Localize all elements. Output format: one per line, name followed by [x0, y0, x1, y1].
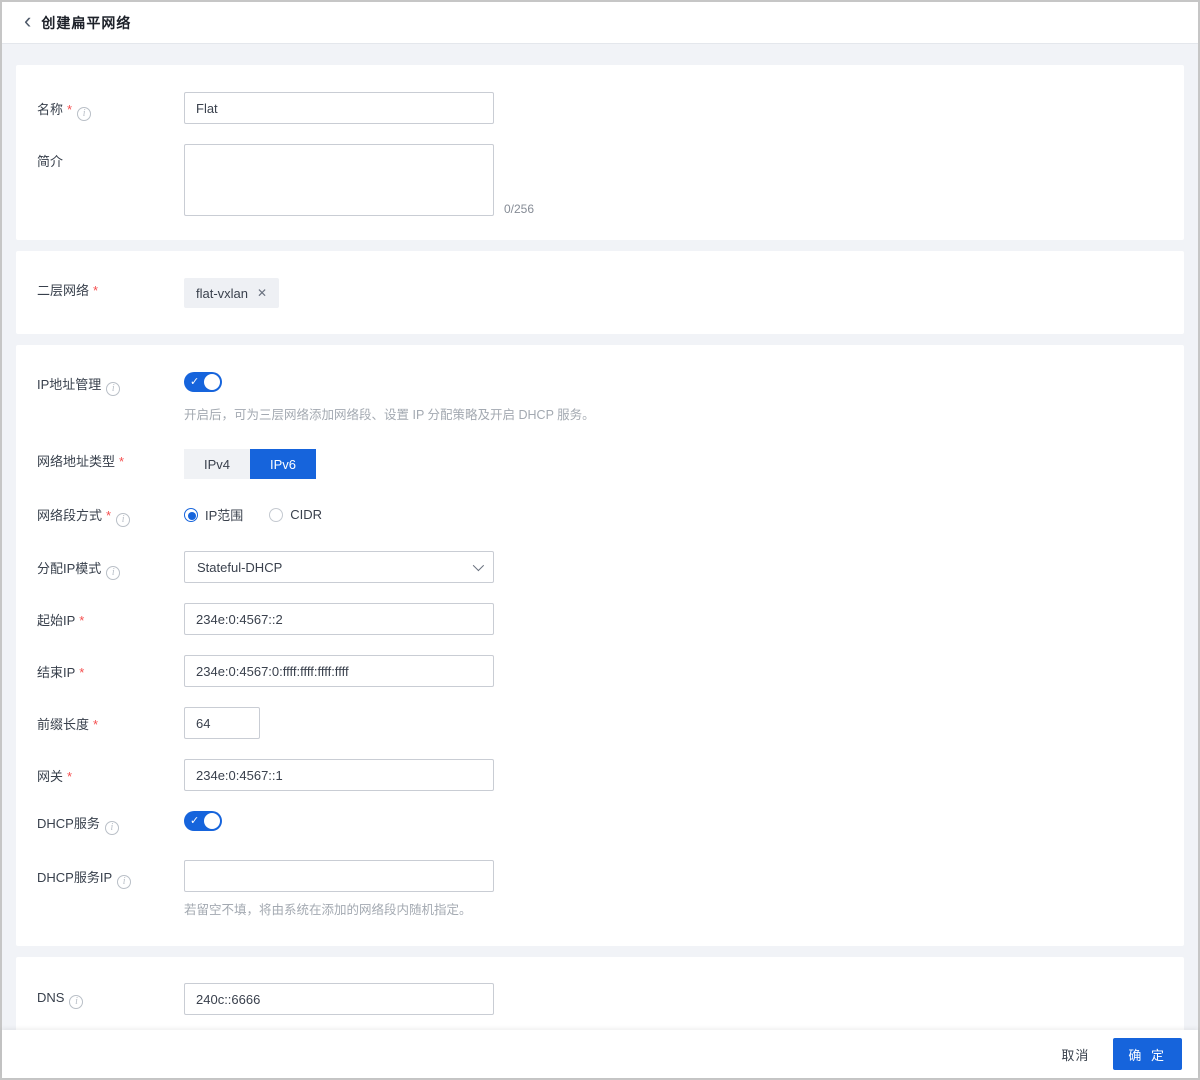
toggle-knob	[204, 813, 220, 829]
dhcp-service-row: DHCP服务 i ✓	[16, 811, 1184, 836]
address-type-row: 网络地址类型 * IPv4 IPv6	[16, 449, 1184, 479]
l2-network-row: 二层网络 * flat-vxlan ✕	[16, 278, 1184, 308]
info-icon[interactable]: i	[116, 513, 131, 527]
name-row: 名称 * i	[16, 92, 1184, 124]
description-row: 简介 0/256	[16, 144, 1184, 216]
page-header: ‹ 创建扁平网络	[2, 2, 1198, 44]
start-ip-input[interactable]	[184, 603, 494, 635]
required-mark: *	[119, 454, 125, 469]
ipv6-button[interactable]: IPv6	[250, 449, 316, 479]
required-mark: *	[93, 717, 99, 732]
l2-network-tag-label: flat-vxlan	[196, 285, 249, 301]
l2-network-tag[interactable]: flat-vxlan ✕	[184, 278, 280, 308]
description-label: 简介	[37, 154, 64, 169]
dns-card: DNS i	[16, 957, 1184, 1030]
name-label: 名称	[37, 102, 64, 117]
alloc-mode-value: Stateful-DHCP	[197, 559, 283, 575]
required-mark: *	[93, 283, 99, 298]
alloc-mode-label: 分配IP模式	[37, 561, 102, 576]
footer-action-bar: 取消 确 定	[2, 1030, 1198, 1078]
info-icon[interactable]: i	[106, 382, 121, 396]
required-mark: *	[106, 508, 112, 523]
alloc-mode-row: 分配IP模式 i Stateful-DHCP	[16, 551, 1184, 583]
confirm-button[interactable]: 确 定	[1113, 1038, 1182, 1070]
segment-mode-label: 网络段方式	[37, 508, 103, 523]
required-mark: *	[67, 102, 73, 117]
back-icon[interactable]: ‹	[24, 9, 31, 32]
check-icon: ✓	[190, 376, 200, 388]
info-icon[interactable]: i	[117, 875, 132, 889]
dhcp-ip-helper: 若留空不填，将由系统在添加的网络段内随机指定。	[184, 903, 472, 917]
cidr-radio-label: CIDR	[290, 507, 323, 522]
ip-management-row: IP地址管理 i ✓ 开启后，可为三层网络添加网络段、设置 IP 分配策略及开启 …	[16, 372, 1184, 423]
radio-selected-icon	[184, 507, 198, 522]
ip-management-label: IP地址管理	[37, 377, 102, 392]
form-content: 名称*i 简介 0/256 二层网络* flat-vxlan	[2, 44, 1198, 1030]
info-icon[interactable]: i	[69, 995, 84, 1009]
segment-mode-row: 网络段方式 * i IP范围 CIDR	[16, 503, 1184, 527]
gateway-row: 网关 *	[16, 759, 1184, 791]
dns-input[interactable]	[184, 983, 494, 1015]
description-textarea[interactable]	[184, 144, 494, 216]
name-input[interactable]	[184, 92, 494, 124]
ipv4-button[interactable]: IPv4	[184, 449, 250, 479]
required-mark: *	[79, 665, 85, 680]
end-ip-input[interactable]	[184, 655, 494, 687]
radio-unselected-icon	[269, 507, 284, 522]
cidr-radio[interactable]: CIDR	[269, 507, 322, 522]
prefix-length-row: 前缀长度 *	[16, 707, 1184, 739]
end-ip-row: 结束IP *	[16, 655, 1184, 687]
gateway-label: 网关	[37, 769, 64, 784]
address-type-segmented: IPv4 IPv6	[184, 449, 316, 479]
chevron-down-icon	[472, 559, 485, 572]
char-counter: 0/256	[504, 202, 535, 216]
check-icon: ✓	[190, 815, 200, 827]
ip-range-radio[interactable]: IP范围	[184, 505, 243, 524]
end-ip-label: 结束IP	[37, 665, 76, 680]
dhcp-ip-row: DHCP服务IP i 若留空不填，将由系统在添加的网络段内随机指定。	[16, 860, 1184, 918]
start-ip-row: 起始IP *	[16, 603, 1184, 635]
l2-network-label: 二层网络	[37, 283, 90, 298]
toggle-knob	[204, 374, 220, 390]
prefix-length-input[interactable]	[184, 707, 260, 739]
page-title: 创建扁平网络	[41, 14, 132, 31]
required-mark: *	[67, 769, 73, 784]
basic-info-card: 名称* i 简介 0/256	[16, 65, 1184, 240]
ip-range-radio-label: IP范围	[205, 508, 244, 523]
cancel-button[interactable]: 取消	[1047, 1037, 1103, 1072]
dhcp-ip-label: DHCP服务IP	[37, 870, 113, 885]
dhcp-ip-input[interactable]	[184, 860, 494, 892]
dns-label: DNS	[37, 990, 65, 1005]
alloc-mode-select[interactable]: Stateful-DHCP	[184, 551, 494, 583]
ip-management-card: IP地址管理 i ✓ 开启后，可为三层网络添加网络段、设置 IP 分配策略及开启 …	[16, 345, 1184, 946]
dns-row: DNS i	[16, 983, 1184, 1015]
dhcp-service-label: DHCP服务	[37, 816, 100, 831]
prefix-length-label: 前缀长度	[37, 717, 90, 732]
info-icon[interactable]: i	[77, 107, 92, 121]
address-type-label: 网络地址类型	[37, 454, 116, 469]
ip-management-toggle[interactable]: ✓	[184, 372, 222, 392]
required-mark: *	[79, 613, 85, 628]
l2-network-card: 二层网络 * flat-vxlan ✕	[16, 251, 1184, 334]
info-icon[interactable]: i	[106, 566, 121, 580]
start-ip-label: 起始IP	[37, 613, 76, 628]
remove-tag-icon[interactable]: ✕	[257, 286, 267, 300]
gateway-input[interactable]	[184, 759, 494, 791]
ip-management-helper: 开启后，可为三层网络添加网络段、设置 IP 分配策略及开启 DHCP 服务。	[184, 408, 595, 422]
info-icon[interactable]: i	[104, 821, 119, 835]
dhcp-service-toggle[interactable]: ✓	[184, 811, 222, 831]
